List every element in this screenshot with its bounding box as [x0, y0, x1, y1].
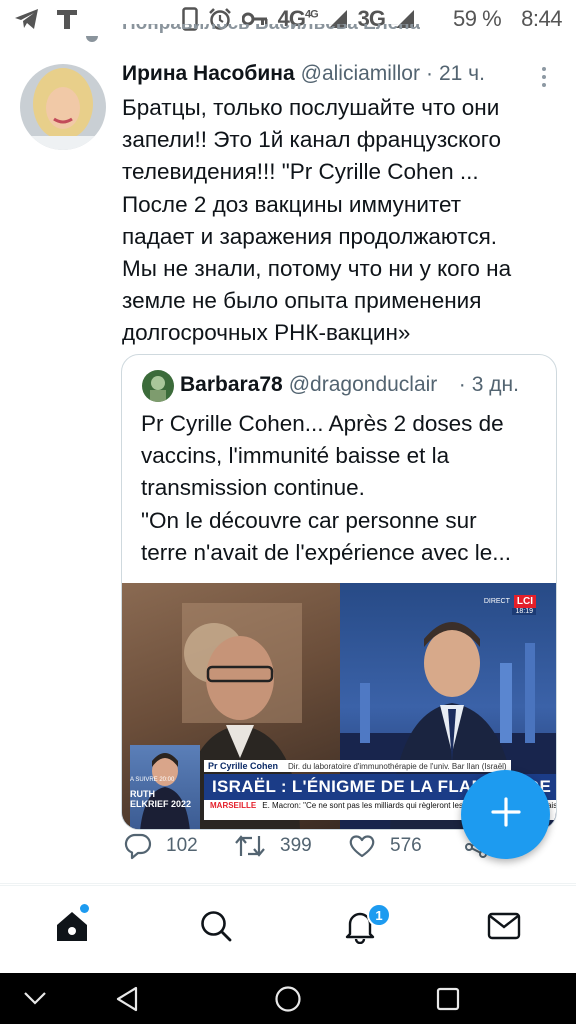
promo-inset — [130, 745, 200, 829]
liked-by-row: Понравилось Васильева Елена — [86, 24, 420, 44]
notification-badge: 1 — [367, 903, 391, 927]
channel-name: LCI — [513, 595, 536, 608]
search-icon — [199, 909, 233, 948]
quoted-text-line: "On le découvre car personne sur — [141, 507, 477, 533]
nav-home[interactable] — [52, 908, 92, 948]
tweet-text-line: долгосрочных РНК-вакцин» — [122, 320, 411, 346]
reply-icon — [124, 832, 152, 860]
like-count: 576 — [390, 835, 422, 856]
author-name[interactable]: Ирина Насобина — [122, 62, 295, 86]
tweet-text: Братцы, только послушайте что они запели… — [122, 92, 552, 350]
tweet-text-line: Мы не знали, потому что ни у кого на — [122, 256, 512, 282]
back-icon[interactable] — [114, 985, 142, 1018]
quoted-time[interactable]: 3 дн. — [472, 373, 519, 397]
quoted-text: Pr Cyrille Cohen... Après 2 doses de vac… — [141, 408, 543, 569]
plus-icon — [490, 796, 522, 833]
status-left-icons — [14, 8, 78, 30]
lower-third-name: Pr Cyrille Cohen — [208, 761, 279, 771]
retweet-button[interactable]: 399 — [234, 832, 312, 860]
channel-logo: DIRECT LCI — [484, 595, 536, 608]
recents-icon[interactable] — [434, 985, 462, 1018]
tweet-header: Ирина Насобина @aliciamillor · 21 ч. — [122, 62, 485, 86]
tass-t-icon — [56, 8, 78, 30]
quoted-author-handle[interactable]: @dragonduclair — [289, 373, 453, 397]
author-handle[interactable]: @aliciamillor — [301, 62, 420, 86]
live-label: DIRECT — [483, 598, 510, 605]
new-content-dot — [80, 904, 89, 913]
tweet-text-line: запели!! Это 1й канал французского — [122, 127, 501, 153]
quoted-header: Barbara78 @dragonduclair · 3 дн. — [180, 373, 519, 397]
bottom-navigation: 1 — [0, 885, 576, 973]
liked-by-text: Понравилось Васильева Елена — [122, 24, 420, 35]
messages-icon — [487, 911, 521, 946]
home-circle-icon[interactable] — [274, 985, 302, 1018]
retweet-icon — [234, 832, 266, 860]
battery-level: 59 % — [453, 6, 502, 31]
quoted-text-line: transmission continue. — [141, 475, 365, 501]
promo-tag: A SUIVRE 20:00 — [130, 777, 175, 783]
promo-name: RUTH ELKRIEF 2022 — [130, 789, 192, 809]
home-icon — [54, 908, 90, 949]
quoted-text-line: vaccins, l'immunité baisse et la — [141, 443, 450, 469]
telegram-icon — [14, 8, 40, 30]
lower-third-role: Dir. du laboratoire d'immunothérapie de … — [288, 762, 507, 771]
tweet-text-line: После 2 доз вакцины иммунитет — [122, 191, 462, 217]
heart-icon — [348, 832, 376, 860]
more-options-icon[interactable] — [534, 64, 554, 90]
tweet-time[interactable]: 21 ч. — [439, 62, 485, 86]
separator-dot: · — [458, 373, 466, 396]
reply-button[interactable]: 102 — [124, 832, 198, 860]
reply-count: 102 — [166, 835, 198, 856]
divider — [0, 883, 576, 884]
chevron-down-icon[interactable] — [22, 989, 48, 1012]
like-button[interactable]: 576 — [348, 832, 422, 860]
clock: 8:44 — [521, 6, 562, 31]
video-clock: 18:19 — [512, 608, 536, 615]
nav-messages[interactable] — [484, 908, 524, 948]
retweet-count: 399 — [280, 835, 312, 856]
ticker-city: MARSEILLE — [210, 801, 257, 810]
tweet-text-line: падает и заражения продолжаются. — [122, 223, 498, 249]
compose-tweet-button[interactable] — [461, 770, 550, 859]
tweet-text-line: Братцы, только послушайте что они — [122, 95, 500, 120]
nav-search[interactable] — [196, 908, 236, 948]
quoted-author-name[interactable]: Barbara78 — [180, 373, 283, 397]
quoted-tweet[interactable]: Barbara78 @dragonduclair · 3 дн. Pr Cyri… — [121, 354, 557, 830]
quoted-text-line: terre n'avait de l'expérience avec le... — [141, 539, 512, 565]
tweet-text-line: телевидения!!! "Pr Cyrille Cohen ... — [122, 159, 479, 185]
avatar[interactable] — [20, 64, 106, 150]
lower-third-caption: Pr Cyrille Cohen Dir. du laboratoire d'im… — [204, 760, 511, 772]
separator-dot: · — [425, 62, 433, 85]
system-navigation-bar — [0, 973, 576, 1024]
quoted-avatar[interactable] — [142, 370, 174, 402]
tweet-text-line: земле не было опыта применения — [122, 288, 482, 314]
quoted-text-line: Pr Cyrille Cohen... Après 2 doses de — [141, 411, 504, 436]
